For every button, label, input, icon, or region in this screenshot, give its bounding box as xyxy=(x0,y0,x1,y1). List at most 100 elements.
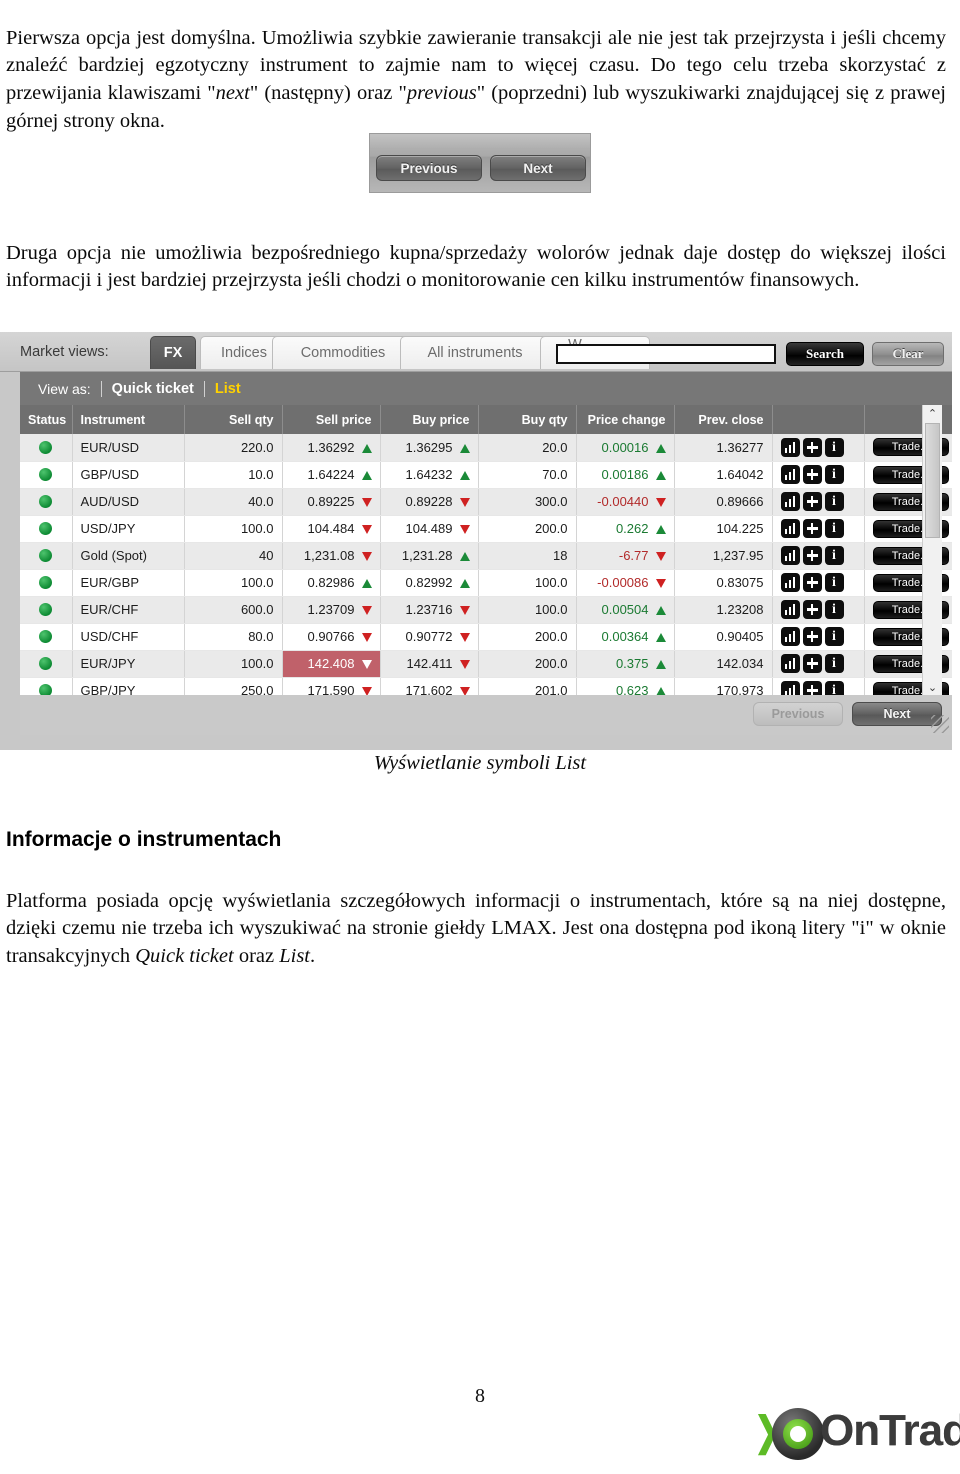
tab-commodities[interactable]: Commodities xyxy=(272,336,414,369)
plus-icon[interactable] xyxy=(802,546,822,565)
col-header-sell-qty[interactable]: Sell qty xyxy=(184,405,283,434)
plus-icon[interactable] xyxy=(802,600,822,619)
chart-icon[interactable] xyxy=(780,600,800,619)
plus-icon[interactable] xyxy=(802,519,822,538)
cell-instrument[interactable]: EUR/CHF xyxy=(72,596,185,624)
plus-icon[interactable] xyxy=(802,492,822,511)
cell-instrument[interactable]: USD/CHF xyxy=(72,623,185,651)
paragraph-info: Platforma posiada opcję wyświetlania szc… xyxy=(6,888,946,972)
paragraph-second: Druga opcja nie umożliwia bezpośredniego… xyxy=(6,241,946,292)
col-header-sell-price[interactable]: Sell price xyxy=(282,405,381,434)
cell-buy-price[interactable]: 142.411 xyxy=(380,650,479,678)
cell-sell-price[interactable]: 1.36292 xyxy=(282,434,381,462)
cell-sell-price[interactable]: 104.484 xyxy=(282,515,381,543)
cell-prev-close: 104.225 xyxy=(674,515,773,543)
info-icon[interactable]: i xyxy=(824,519,844,538)
table-row[interactable]: EUR/USD 220.0 1.36292 1.36295 20.0 0.00016 1.3… xyxy=(20,434,952,462)
cell-buy-price[interactable]: 1.64232 xyxy=(380,461,479,489)
cell-instrument[interactable]: Gold (Spot) xyxy=(72,542,185,570)
search-button[interactable]: Search xyxy=(786,342,864,366)
cell-sell-price[interactable]: 1.23709 xyxy=(282,596,381,624)
col-header-instrument[interactable]: Instrument xyxy=(72,405,185,434)
plus-icon[interactable] xyxy=(802,573,822,592)
cell-buy-price[interactable]: 1,231.28 xyxy=(380,542,479,570)
view-as-list[interactable]: List xyxy=(215,381,241,397)
info-icon[interactable]: i xyxy=(824,546,844,565)
search-input[interactable] xyxy=(556,344,776,364)
cell-instrument[interactable]: GBP/USD xyxy=(72,461,185,489)
tab-all-instruments[interactable]: All instruments xyxy=(400,336,550,369)
intro-text-3: " (następny) oraz " xyxy=(249,82,407,105)
cell-instrument[interactable]: EUR/USD xyxy=(72,434,185,462)
document-page: Pierwsza opcja jest domyślna. Umożliwia … xyxy=(0,0,960,1474)
cell-sell-price[interactable]: 0.89225 xyxy=(282,488,381,516)
cell-sell-price[interactable]: 0.82986 xyxy=(282,569,381,597)
cell-sell-price[interactable]: 1,231.08 xyxy=(282,542,381,570)
scroll-up-icon[interactable]: ⌃ xyxy=(923,405,942,421)
info-icon[interactable]: i xyxy=(824,600,844,619)
info-icon[interactable]: i xyxy=(824,465,844,484)
table-row[interactable]: EUR/CHF 600.0 1.23709 1.23716 100.0 0.00504 1.… xyxy=(20,596,952,624)
pager-next-button[interactable]: Next xyxy=(852,702,942,726)
info-icon[interactable]: i xyxy=(824,492,844,511)
cell-sell-price[interactable]: 142.408 xyxy=(282,650,381,678)
cell-buy-price[interactable]: 0.89228 xyxy=(380,488,479,516)
cell-sell-price[interactable]: 1.64224 xyxy=(282,461,381,489)
info-icon[interactable]: i xyxy=(824,654,844,673)
info-icon[interactable]: i xyxy=(824,573,844,592)
scrollbar-thumb[interactable] xyxy=(925,423,940,538)
cell-price-change: -0.00440 xyxy=(576,488,675,516)
cell-buy-price[interactable]: 104.489 xyxy=(380,515,479,543)
plus-icon[interactable] xyxy=(802,627,822,646)
col-header-price-change[interactable]: Price change xyxy=(576,405,675,434)
table-row[interactable]: USD/CHF 80.0 0.90766 0.90772 200.0 0.00364 0.9… xyxy=(20,623,952,651)
chart-icon[interactable] xyxy=(780,573,800,592)
col-header-icons xyxy=(772,405,865,434)
market-table-scrollbar[interactable]: ⌃ ⌄ xyxy=(922,405,942,695)
figure-previous-button[interactable]: Previous xyxy=(376,155,482,181)
tab-fx[interactable]: FX xyxy=(150,336,196,369)
table-row[interactable]: EUR/JPY 100.0 142.408 142.411 200.0 0.375 142.… xyxy=(20,650,952,678)
search-input-field[interactable] xyxy=(558,347,774,363)
cell-instrument[interactable]: AUD/USD xyxy=(72,488,185,516)
scroll-down-icon[interactable]: ⌄ xyxy=(923,679,942,695)
figure-next-button[interactable]: Next xyxy=(490,155,586,181)
table-row[interactable]: USD/JPY 100.0 104.484 104.489 200.0 0.262 104.… xyxy=(20,515,952,543)
col-header-status[interactable]: Status xyxy=(20,405,73,434)
table-row[interactable]: AUD/USD 40.0 0.89225 0.89228 300.0 -0.00440 0.… xyxy=(20,488,952,516)
col-header-buy-qty[interactable]: Buy qty xyxy=(478,405,577,434)
arrow-down-icon xyxy=(361,633,372,642)
plus-icon[interactable] xyxy=(802,437,822,457)
cell-instrument[interactable]: USD/JPY xyxy=(72,515,185,543)
view-as-quick-ticket[interactable]: Quick ticket xyxy=(112,381,194,397)
cell-buy-price[interactable]: 0.90772 xyxy=(380,623,479,651)
cell-instrument[interactable]: EUR/JPY xyxy=(72,650,185,678)
chart-icon[interactable] xyxy=(780,465,800,484)
chart-icon[interactable] xyxy=(780,492,800,511)
col-header-prev-close[interactable]: Prev. close xyxy=(674,405,773,434)
cell-sell-price[interactable]: 0.90766 xyxy=(282,623,381,651)
chart-icon[interactable] xyxy=(780,627,800,646)
view-as-label: View as: xyxy=(38,380,91,397)
cell-icons: i xyxy=(772,623,865,651)
info-icon[interactable]: i xyxy=(824,437,844,457)
table-row[interactable]: GBP/USD 10.0 1.64224 1.64232 70.0 0.00186 1.64… xyxy=(20,461,952,489)
arrow-down-icon xyxy=(459,633,470,642)
info-icon[interactable]: i xyxy=(824,627,844,646)
cell-buy-price[interactable]: 0.82992 xyxy=(380,569,479,597)
cell-instrument[interactable]: EUR/GBP xyxy=(72,569,185,597)
table-row[interactable]: EUR/GBP 100.0 0.82986 0.82992 100.0 -0.00086 0… xyxy=(20,569,952,597)
clear-button[interactable]: Clear xyxy=(872,342,944,366)
chart-icon[interactable] xyxy=(780,519,800,538)
col-header-buy-price[interactable]: Buy price xyxy=(380,405,479,434)
cell-buy-price[interactable]: 1.36295 xyxy=(380,434,479,462)
resize-grip-icon[interactable] xyxy=(931,715,949,733)
table-row[interactable]: Gold (Spot) 40 1,231.08 1,231.28 18 -6.77 1,23… xyxy=(20,542,952,570)
chart-icon[interactable] xyxy=(780,437,800,457)
chart-icon[interactable] xyxy=(780,654,800,673)
info-text-1: Platforma posiada opcję wyświetlania szc… xyxy=(6,889,946,940)
chart-icon[interactable] xyxy=(780,546,800,565)
plus-icon[interactable] xyxy=(802,465,822,484)
plus-icon[interactable] xyxy=(802,654,822,673)
cell-buy-price[interactable]: 1.23716 xyxy=(380,596,479,624)
